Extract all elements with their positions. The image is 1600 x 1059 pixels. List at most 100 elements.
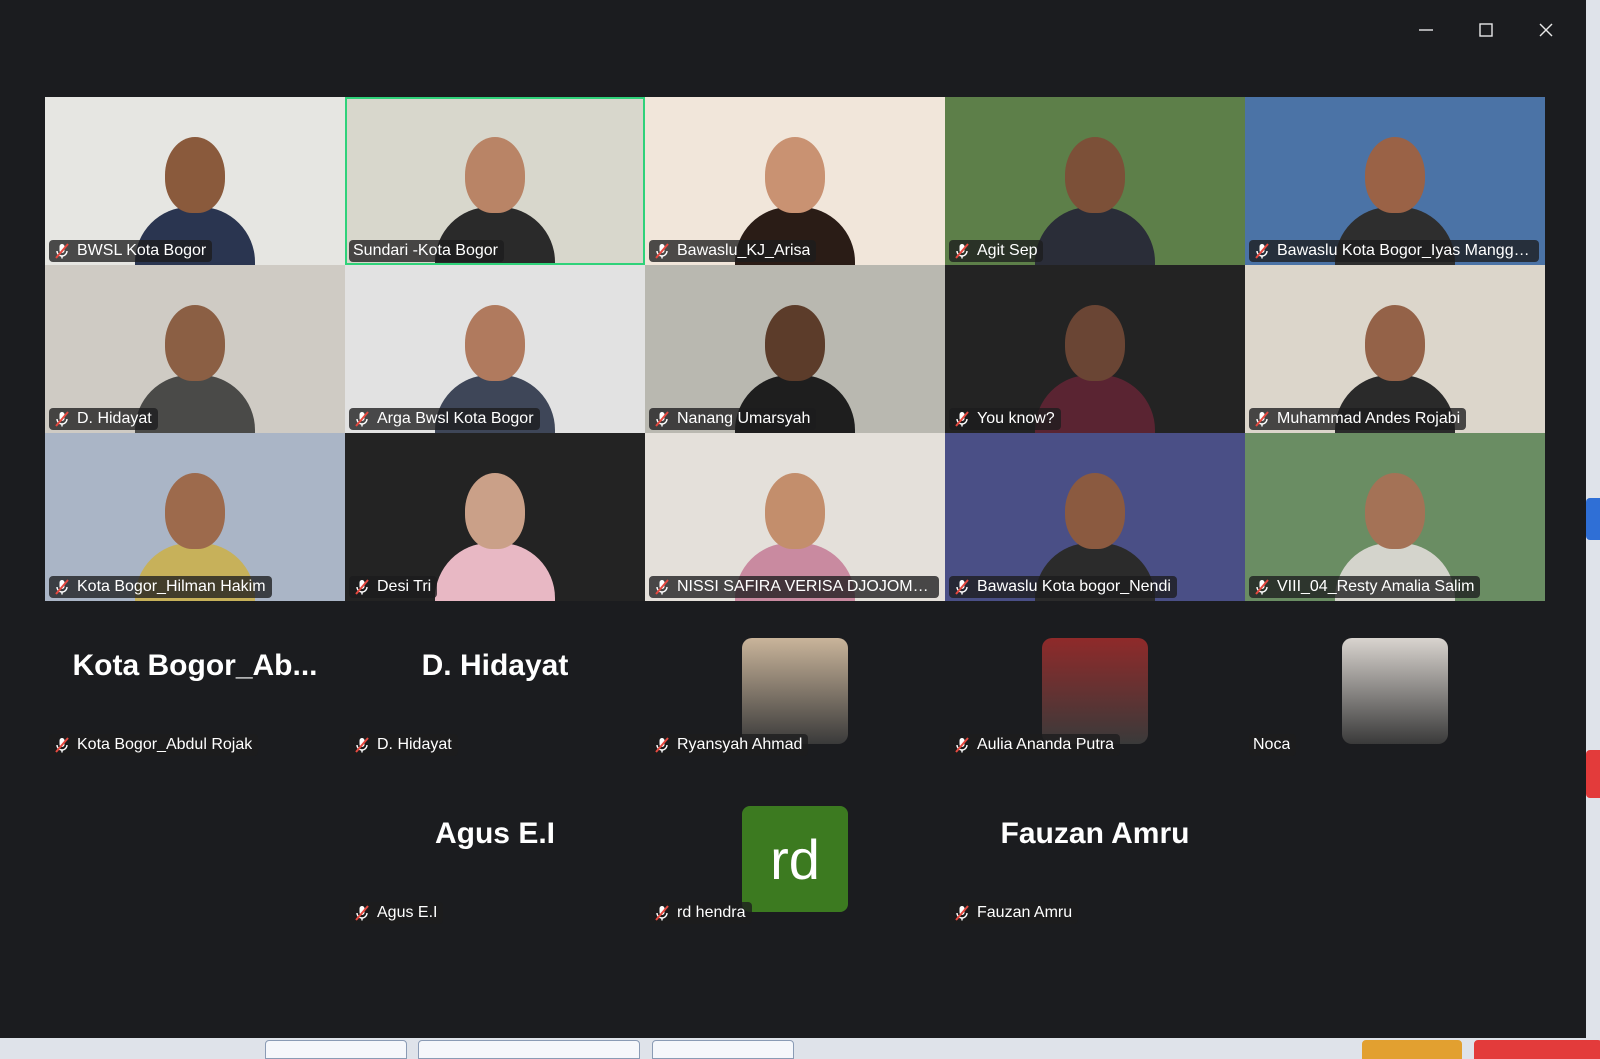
participant-video-tile[interactable]: Desi Tri <box>345 433 645 601</box>
participant-name: Kota Bogor_Abdul Rojak <box>77 736 253 753</box>
profile-picture <box>1342 638 1448 744</box>
participant-video-tile[interactable]: D. Hidayat <box>45 265 345 433</box>
participant-name-tag: D. Hidayat <box>49 408 158 430</box>
minimize-button[interactable] <box>1396 14 1456 46</box>
participant-silhouette <box>435 451 555 601</box>
profile-picture <box>742 638 848 744</box>
close-button[interactable] <box>1516 14 1576 46</box>
participant-name: Agus E.I <box>377 904 438 921</box>
background-tab <box>652 1040 794 1059</box>
participant-video-tile[interactable]: Bawaslu Kota bogor_Nendi <box>945 433 1245 601</box>
mic-muted-icon <box>953 410 971 428</box>
participant-name: D. Hidayat <box>77 410 152 427</box>
participant-video-tile[interactable]: BWSL Kota Bogor <box>45 97 345 265</box>
participant-name: Aulia Ananda Putra <box>977 736 1114 753</box>
participant-display-name: D. Hidayat <box>421 649 569 682</box>
participant-name: You know? <box>977 410 1055 427</box>
participant-video-tile[interactable]: VIII_04_Resty Amalia Salim <box>1245 433 1545 601</box>
participant-name-tile[interactable]: Agus E.I Agus E.I <box>345 769 645 937</box>
mic-muted-icon <box>53 242 71 260</box>
name-tiles-row-1: Kota Bogor_Ab... Kota Bogor_Abdul Rojak D.… <box>45 601 1545 769</box>
participant-name-tag: VIII_04_Resty Amalia Salim <box>1249 576 1481 598</box>
participant-name-tile[interactable]: Aulia Ananda Putra <box>945 601 1245 769</box>
participant-name-tag: BWSL Kota Bogor <box>49 240 213 262</box>
participant-name: NISSI SAFIRA VERISA DJOJOMARD... <box>677 578 933 595</box>
participant-name: Nanang Umarsyah <box>677 410 811 427</box>
initials-avatar: rd <box>742 806 848 912</box>
mic-muted-icon <box>53 578 71 596</box>
participant-name: rd hendra <box>677 904 746 921</box>
participant-video-tile[interactable]: Agit Sep <box>945 97 1245 265</box>
participant-name: Bawaslu_KJ_Arisa <box>677 242 811 259</box>
mic-muted-icon <box>353 578 371 596</box>
participant-name: Desi Tri <box>377 578 432 595</box>
participant-name-tag: D. Hidayat <box>349 734 458 756</box>
mic-muted-icon <box>353 904 371 922</box>
mic-muted-icon <box>653 736 671 754</box>
window-controls <box>1396 14 1576 46</box>
participant-video-tile[interactable]: You know? <box>945 265 1245 433</box>
participant-display-name: Kota Bogor_Ab... <box>72 649 318 682</box>
close-icon <box>1539 23 1553 37</box>
participant-name: Arga Bwsl Kota Bogor <box>377 410 534 427</box>
participant-name: Ryansyah Ahmad <box>677 736 803 753</box>
mic-muted-icon <box>53 736 71 754</box>
participant-video-tile[interactable]: Bawaslu Kota Bogor_Iyas Mangga... <box>1245 97 1545 265</box>
participant-video-tile[interactable]: Sundari -Kota Bogor <box>345 97 645 265</box>
mic-muted-icon <box>653 242 671 260</box>
background-side-button <box>1586 498 1600 540</box>
participant-video-tile[interactable]: Nanang Umarsyah <box>645 265 945 433</box>
video-rows: BWSL Kota Bogor Sundari -Kota Bogor Bawasl… <box>45 97 1545 601</box>
participant-name-tag: Fauzan Amru <box>949 902 1079 924</box>
empty-slot <box>45 769 345 937</box>
participant-name-tag: Sundari -Kota Bogor <box>349 240 504 262</box>
mic-muted-icon <box>1253 578 1271 596</box>
mic-muted-icon <box>53 410 71 428</box>
participant-name-tile[interactable]: Ryansyah Ahmad <box>645 601 945 769</box>
participant-name-tag: Ryansyah Ahmad <box>649 734 809 756</box>
participant-name: Bawaslu Kota bogor_Nendi <box>977 578 1171 595</box>
maximize-icon <box>1479 23 1493 37</box>
maximize-button[interactable] <box>1456 14 1516 46</box>
mic-muted-icon <box>953 904 971 922</box>
profile-picture <box>1042 638 1148 744</box>
participant-silhouette <box>1035 115 1155 265</box>
participant-name-tile[interactable]: D. Hidayat D. Hidayat <box>345 601 645 769</box>
video-row: BWSL Kota Bogor Sundari -Kota Bogor Bawasl… <box>45 97 1545 265</box>
participant-name-tag: Noca <box>1249 734 1297 756</box>
participant-name: Bawaslu Kota Bogor_Iyas Mangga... <box>1277 242 1533 259</box>
background-tab <box>418 1040 640 1059</box>
participant-name: VIII_04_Resty Amalia Salim <box>1277 578 1475 595</box>
participant-name-tag: Kota Bogor_Abdul Rojak <box>49 734 259 756</box>
participant-name-tile[interactable]: Noca <box>1245 601 1545 769</box>
meeting-window: BWSL Kota Bogor Sundari -Kota Bogor Bawasl… <box>0 0 1586 1038</box>
participant-name-tile[interactable]: Kota Bogor_Ab... Kota Bogor_Abdul Rojak <box>45 601 345 769</box>
mic-muted-icon <box>1253 410 1271 428</box>
mic-muted-icon <box>353 410 371 428</box>
participant-name: Noca <box>1253 736 1291 753</box>
participant-name-tag: Kota Bogor_Hilman Hakim <box>49 576 272 598</box>
participant-video-tile[interactable]: Bawaslu_KJ_Arisa <box>645 97 945 265</box>
participant-name-tag: Bawaslu_KJ_Arisa <box>649 240 817 262</box>
participant-name-tag: Agit Sep <box>949 240 1044 262</box>
participant-name-tag: Desi Tri <box>349 576 438 598</box>
participant-name: Agit Sep <box>977 242 1038 259</box>
participant-display-name: Fauzan Amru <box>1000 817 1190 850</box>
mic-muted-icon <box>1253 242 1271 260</box>
participant-name-tag: NISSI SAFIRA VERISA DJOJOMARD... <box>649 576 939 598</box>
participant-video-tile[interactable]: NISSI SAFIRA VERISA DJOJOMARD... <box>645 433 945 601</box>
participant-video-tile[interactable]: Muhammad Andes Rojabi <box>1245 265 1545 433</box>
participant-name-tag: Bawaslu Kota Bogor_Iyas Mangga... <box>1249 240 1539 262</box>
mic-muted-icon <box>653 904 671 922</box>
participant-video-tile[interactable]: Arga Bwsl Kota Bogor <box>345 265 645 433</box>
participant-name-tile[interactable]: rd rd hendra <box>645 769 945 937</box>
participant-name: BWSL Kota Bogor <box>77 242 207 259</box>
mic-muted-icon <box>353 736 371 754</box>
background-button <box>1474 1040 1600 1059</box>
participant-name-tile[interactable]: Fauzan Amru Fauzan Amru <box>945 769 1245 937</box>
participant-name: Muhammad Andes Rojabi <box>1277 410 1461 427</box>
participant-video-tile[interactable]: Kota Bogor_Hilman Hakim <box>45 433 345 601</box>
mic-muted-icon <box>653 578 671 596</box>
participant-name-tag: rd hendra <box>649 902 752 924</box>
participant-name-tag: Muhammad Andes Rojabi <box>1249 408 1467 430</box>
